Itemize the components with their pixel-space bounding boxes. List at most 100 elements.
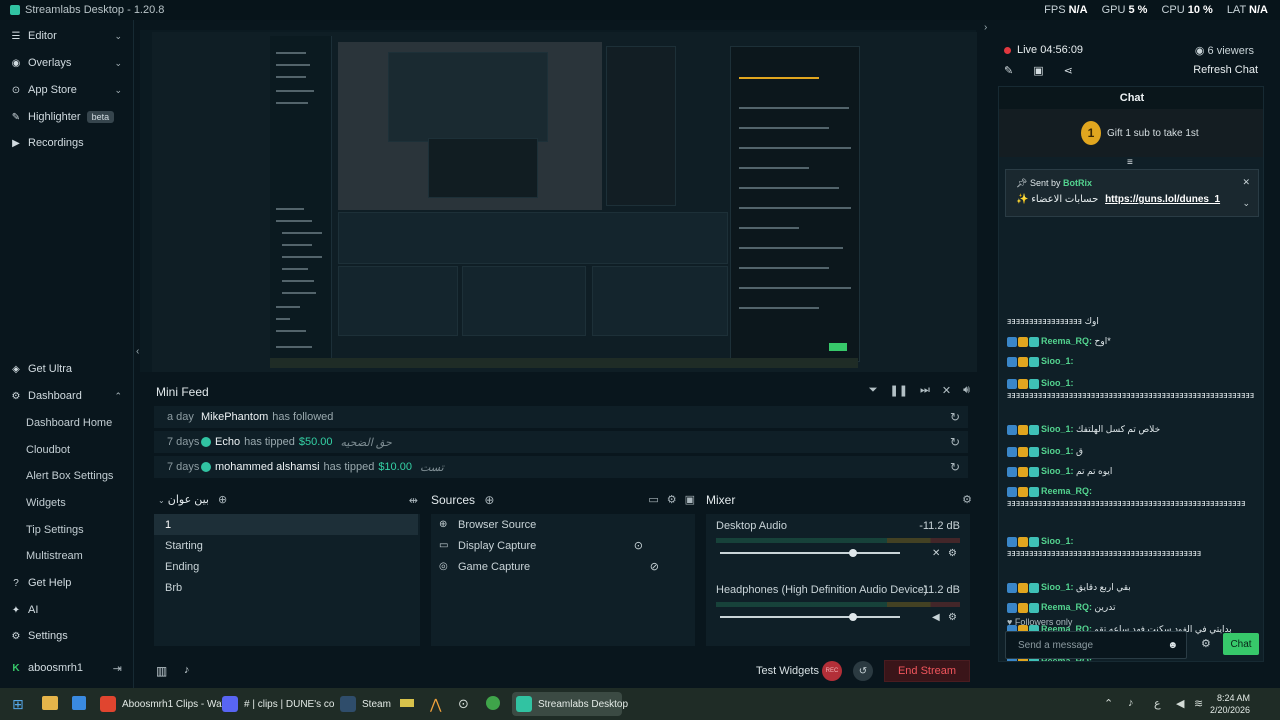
chat-username[interactable]: Reema_RQ:: [1041, 602, 1092, 612]
chat-username[interactable]: Reema_RQ:: [1041, 486, 1092, 496]
sidebar-item-get-help[interactable]: ? Get Help: [0, 570, 134, 596]
add-scene-collection-icon[interactable]: ⊕: [218, 494, 227, 506]
chat-username[interactable]: Sioo_1:: [1041, 446, 1074, 456]
send-chat-button[interactable]: Chat: [1223, 633, 1259, 655]
gear-icon[interactable]: ⚙: [948, 612, 957, 623]
system-clock[interactable]: 8:24 AM 2/20/2026: [1210, 692, 1250, 716]
chat-username[interactable]: Reema_RQ:: [1041, 336, 1092, 346]
end-stream-button[interactable]: End Stream: [884, 660, 970, 682]
sidebar-item-highlighter[interactable]: ✎ Highlighter beta: [0, 104, 134, 130]
skip-icon[interactable]: ⏭: [920, 384, 930, 397]
test-widgets-button[interactable]: Test Widgets: [756, 665, 819, 677]
app-icon[interactable]: ⋀: [430, 696, 441, 713]
volume-slider-knob[interactable]: [849, 549, 858, 557]
add-source-icon[interactable]: ⊕: [484, 493, 494, 507]
replay-icon[interactable]: ↻: [950, 435, 960, 449]
sidebar-item-editor[interactable]: ☰ Editor ⌄: [0, 23, 134, 49]
tray-chevron-icon[interactable]: ⌃: [1104, 697, 1113, 710]
chevron-down-icon[interactable]: ⌄: [114, 58, 122, 69]
sidebar-item-dashboard-home[interactable]: Dashboard Home: [26, 412, 112, 434]
chat-username[interactable]: Sioo_1:: [1041, 356, 1074, 366]
app-icon[interactable]: ⊙: [458, 696, 469, 712]
store-icon[interactable]: [72, 696, 86, 710]
mute-alerts-icon[interactable]: ✕: [942, 384, 951, 397]
pinned-link[interactable]: https://guns.lol/dunes_1: [1105, 194, 1220, 205]
sidebar-item-cloudbot[interactable]: Cloudbot: [26, 439, 70, 461]
chevron-down-icon[interactable]: ⌄: [114, 31, 122, 42]
source-settings-icon[interactable]: ⚙: [667, 493, 677, 506]
hide-pin-icon[interactable]: ✕: [1242, 177, 1250, 188]
chat-username[interactable]: Sioo_1:: [1041, 466, 1074, 476]
windows-start-icon[interactable]: ⊞: [12, 696, 24, 713]
gear-icon[interactable]: ⚙: [948, 548, 957, 559]
sidebar-item-widgets[interactable]: Widgets: [26, 492, 66, 514]
file-explorer-icon[interactable]: [42, 696, 58, 710]
sidebar-item-dashboard[interactable]: ⚙ Dashboard ⌃: [0, 383, 134, 409]
sidebar-item-multistream[interactable]: Multistream: [26, 545, 83, 567]
source-item-browser[interactable]: ⊕ Browser Source: [431, 514, 695, 535]
performance-chart-icon[interactable]: ▥: [156, 664, 167, 678]
expand-right-panel-icon[interactable]: ›: [984, 22, 987, 33]
source-item-game[interactable]: ◎ Game Capture ⊘: [431, 556, 695, 577]
sidebar-item-alert-box-settings[interactable]: Alert Box Settings: [26, 465, 113, 487]
volume-icon[interactable]: 🔊︎: [963, 384, 970, 397]
taskbar-item-streamlabs[interactable]: Streamlabs Desktop: [516, 694, 628, 714]
gift-sub-banner[interactable]: 1 Gift 1 sub to take 1st: [999, 109, 1263, 157]
sidebar-item-recordings[interactable]: ▶ Recordings: [0, 130, 134, 156]
volume-slider[interactable]: [720, 613, 900, 621]
lock-icon[interactable]: ⊙: [634, 539, 643, 552]
speaker-icon[interactable]: ◀: [1176, 697, 1184, 710]
chevron-down-icon[interactable]: ⌄: [114, 85, 122, 96]
chat-username[interactable]: Sioo_1:: [1041, 582, 1074, 592]
speaker-icon[interactable]: ◀: [932, 612, 940, 623]
source-item-display[interactable]: ▭ Display Capture ⊙: [431, 535, 695, 556]
microphone-icon[interactable]: ♪: [1128, 697, 1134, 709]
group-icon[interactable]: ▭: [648, 493, 658, 506]
scene-item[interactable]: Brb: [154, 577, 418, 598]
chevron-up-icon[interactable]: ⌃: [114, 391, 122, 402]
emoji-icon[interactable]: ☻: [1167, 640, 1178, 651]
chat-input[interactable]: Send a message ☻: [1005, 631, 1187, 659]
taskbar-item-steam[interactable]: Steam: [340, 694, 391, 714]
share-icon[interactable]: ⋖: [1064, 64, 1073, 77]
camera-icon[interactable]: ▣: [1033, 64, 1043, 77]
sidebar-item-ai[interactable]: ✦ AI: [0, 597, 134, 623]
scene-item[interactable]: Ending: [154, 556, 418, 577]
xbox-icon[interactable]: [486, 696, 500, 710]
pause-icon[interactable]: ❚❚: [890, 384, 908, 397]
volume-slider-knob[interactable]: [849, 613, 858, 621]
sidebar-item-overlays[interactable]: ◉ Overlays ⌄: [0, 50, 134, 76]
notification-bell-icon[interactable]: ♪: [184, 664, 190, 676]
sidebar-item-get-ultra[interactable]: ◈ Get Ultra: [0, 356, 134, 382]
collapse-sidebar-icon[interactable]: ‹: [136, 346, 139, 357]
chat-username[interactable]: Sioo_1:: [1041, 378, 1074, 388]
user-account[interactable]: K aboosmrh1 ⇥: [0, 655, 134, 681]
chat-username[interactable]: Sioo_1:: [1041, 536, 1074, 546]
replay-buffer-button[interactable]: ↺: [853, 661, 873, 681]
taskbar-item-discord[interactable]: # | clips | DUNE's co: [222, 694, 334, 714]
logout-icon[interactable]: ⇥: [113, 662, 122, 675]
folder-icon[interactable]: ▣: [685, 493, 695, 506]
chat-settings-icon[interactable]: ⚙: [1201, 637, 1211, 650]
hidden-eye-icon[interactable]: ⊘: [650, 560, 659, 573]
scene-item[interactable]: Starting: [154, 535, 418, 556]
taskbar-item-browser[interactable]: Aboosmrh1 Clips - Watc: [100, 694, 229, 714]
sidebar-item-settings[interactable]: ⚙ Settings: [0, 623, 134, 649]
scene-transition-icon[interactable]: ⇹: [409, 494, 418, 507]
mixer-settings-icon[interactable]: ⚙: [962, 493, 972, 506]
mute-icon[interactable]: ✕: [932, 548, 940, 559]
stream-preview[interactable]: [152, 32, 977, 372]
wifi-icon[interactable]: ≋: [1194, 697, 1203, 710]
filter-icon[interactable]: ⏷: [869, 384, 878, 397]
scene-item[interactable]: 1: [154, 514, 418, 535]
chat-username[interactable]: Sioo_1:: [1041, 424, 1074, 434]
sidebar-item-tip-settings[interactable]: Tip Settings: [26, 519, 84, 541]
sidebar-item-app-store[interactable]: ⊙ App Store ⌄: [0, 77, 134, 103]
replay-icon[interactable]: ↻: [950, 410, 960, 424]
replay-icon[interactable]: ↻: [950, 460, 960, 474]
app-icon[interactable]: [400, 699, 414, 707]
scene-collection-selector[interactable]: ⌄ بين عوان ⊕: [158, 493, 227, 506]
chevron-down-icon[interactable]: ⌄: [1242, 198, 1250, 209]
edit-stream-info-icon[interactable]: ✎: [1004, 64, 1013, 77]
refresh-chat-button[interactable]: Refresh Chat: [1193, 64, 1258, 76]
